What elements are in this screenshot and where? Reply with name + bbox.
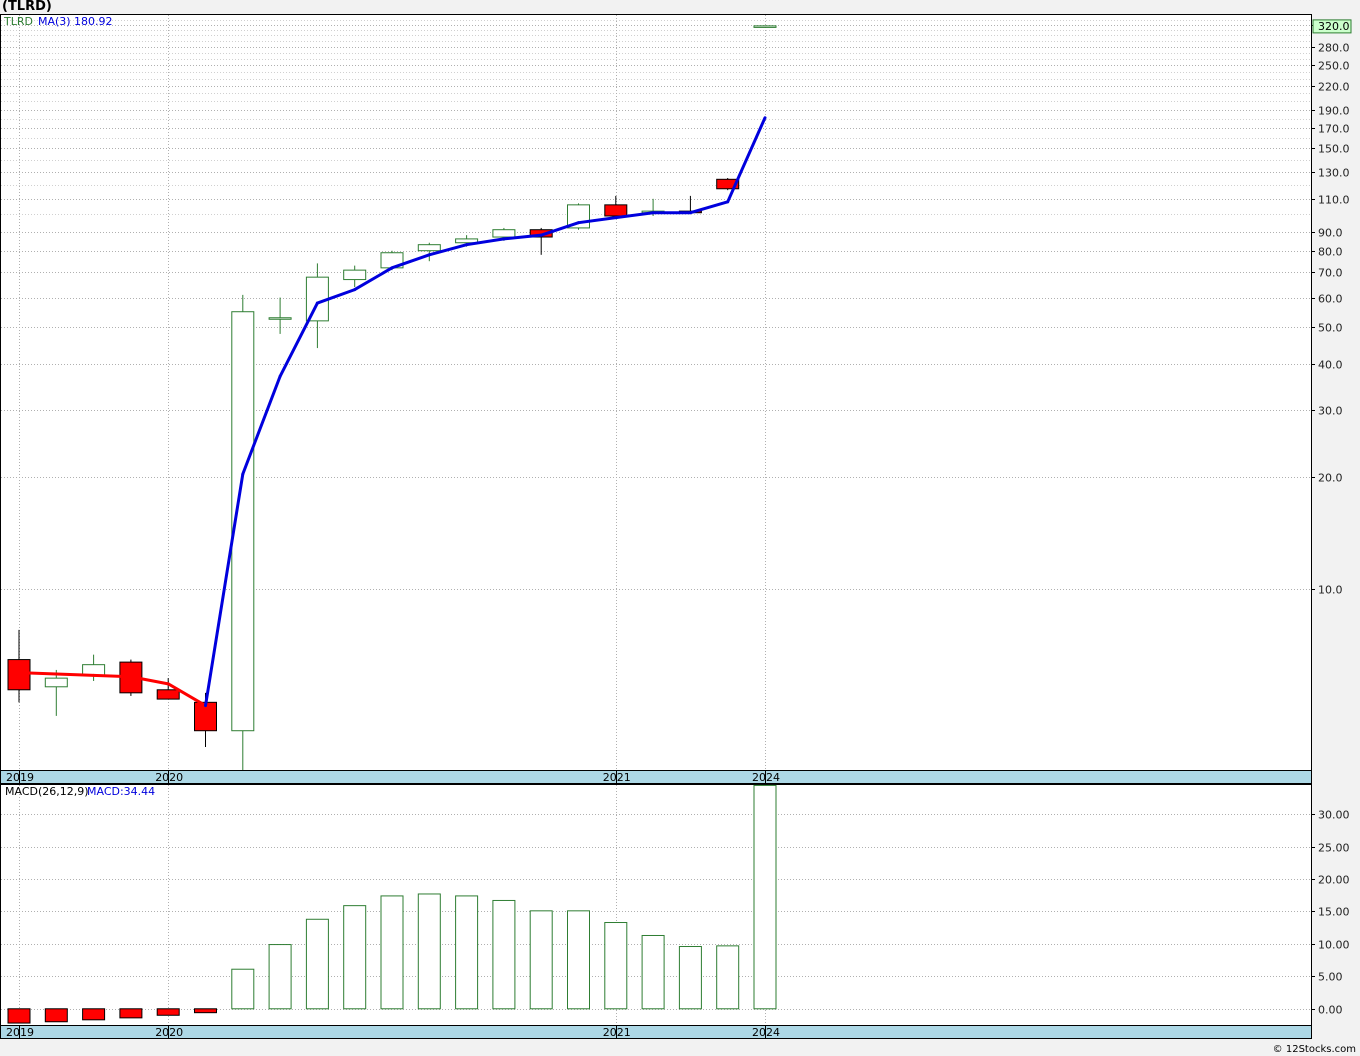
chart-title: (TLRD) <box>2 0 52 14</box>
price-tick-label: 80.0 <box>1318 246 1343 259</box>
macd-bar <box>44 1008 68 1023</box>
macd-bar <box>529 910 553 1010</box>
macd-bar <box>380 895 404 1010</box>
last-price-badge: 320.0 <box>1312 19 1352 34</box>
macd-bar <box>82 1008 106 1021</box>
candle-body <box>604 204 628 217</box>
macd-tick-label: 25.00 <box>1318 842 1350 855</box>
price-tick-label: 150.0 <box>1318 143 1350 156</box>
macd-bar <box>194 1008 217 1014</box>
price-tick-label: 220.0 <box>1318 81 1350 94</box>
price-panel <box>0 14 1312 771</box>
macd-bar <box>492 899 516 1010</box>
copyright-footer: © 12Stocks.com <box>1272 1044 1356 1055</box>
last-price-text: 320.0 <box>1318 20 1350 33</box>
price-tick-label: 20.0 <box>1318 472 1343 485</box>
candle-body <box>44 677 68 688</box>
candle <box>753 25 777 28</box>
macd-bar <box>417 893 441 1010</box>
macd-tick-label: 10.00 <box>1318 939 1350 952</box>
price-tick-label: 110.0 <box>1318 194 1350 207</box>
macd-y-axis: 0.00 5.00 10.00 15.00 20.00 25.00 30.00 <box>1311 809 1350 1017</box>
macd-bar <box>567 910 590 1010</box>
price-tick-label: 10.0 <box>1318 584 1343 597</box>
macd-bar <box>716 945 740 1010</box>
price-tick-label: 130.0 <box>1318 167 1350 180</box>
macd-bar <box>604 922 628 1010</box>
macd-bar <box>268 944 292 1010</box>
price-tick-label: 170.0 <box>1318 123 1350 136</box>
price-x-label: 2020 <box>155 771 183 784</box>
price-tick-label: 280.0 <box>1318 42 1350 55</box>
macd-bar <box>343 905 367 1010</box>
ma-segment <box>17 671 58 676</box>
macd-bar <box>678 946 702 1010</box>
macd-tick-label: 15.00 <box>1318 906 1350 919</box>
candle <box>231 294 255 770</box>
price-tick-label: 70.0 <box>1318 267 1343 280</box>
macd-tick-label: 0.00 <box>1318 1004 1343 1017</box>
macd-tick-label: 5.00 <box>1318 971 1343 984</box>
macd-x-label: 2020 <box>155 1026 183 1039</box>
price-tick-label: 40.0 <box>1318 359 1343 372</box>
macd-bar <box>7 1008 31 1024</box>
macd-bar <box>305 918 329 1010</box>
price-tick-label: 250.0 <box>1318 60 1350 73</box>
price-tick-label: 30.0 <box>1318 405 1343 418</box>
chart-canvas: 10.0 20.0 30.0 40.0 50.0 60.0 70.0 80.0 90.0 110.… <box>0 14 1352 1039</box>
ma-segment <box>92 673 133 679</box>
macd-x-axis-band <box>0 1025 1312 1039</box>
symbol-label: TLRD <box>3 15 33 28</box>
macd-tick-label: 30.00 <box>1318 809 1350 822</box>
macd-value-label: MACD:34.44 <box>87 785 155 798</box>
price-tick-label: 60.0 <box>1318 293 1343 306</box>
candle-body <box>417 244 441 252</box>
macd-bar <box>231 968 255 1010</box>
macd-bar <box>753 784 777 1010</box>
candle-body <box>343 269 367 281</box>
price-x-axis-band <box>0 770 1312 784</box>
price-tick-label: 50.0 <box>1318 322 1343 335</box>
macd-bar <box>455 895 479 1010</box>
macd-bar <box>641 934 665 1010</box>
macd-tick-label: 20.00 <box>1318 874 1350 887</box>
candle-body <box>156 689 180 700</box>
macd-bar <box>119 1008 143 1019</box>
price-y-axis: 10.0 20.0 30.0 40.0 50.0 60.0 70.0 80.0 90.0 110.… <box>1311 20 1350 597</box>
candle-body <box>492 229 516 238</box>
price-tick-label: 90.0 <box>1318 227 1343 240</box>
macd-label: MACD(26,12,9) <box>5 785 89 798</box>
ma-value: 180.92 <box>74 15 113 28</box>
candle-body <box>753 25 777 28</box>
price-tick-label: 190.0 <box>1318 105 1350 118</box>
macd-bar <box>156 1008 180 1016</box>
candle-body <box>268 317 292 320</box>
ma-label: MA(3) <box>38 15 71 28</box>
candle-body <box>7 659 31 691</box>
ma-segment <box>54 672 96 677</box>
